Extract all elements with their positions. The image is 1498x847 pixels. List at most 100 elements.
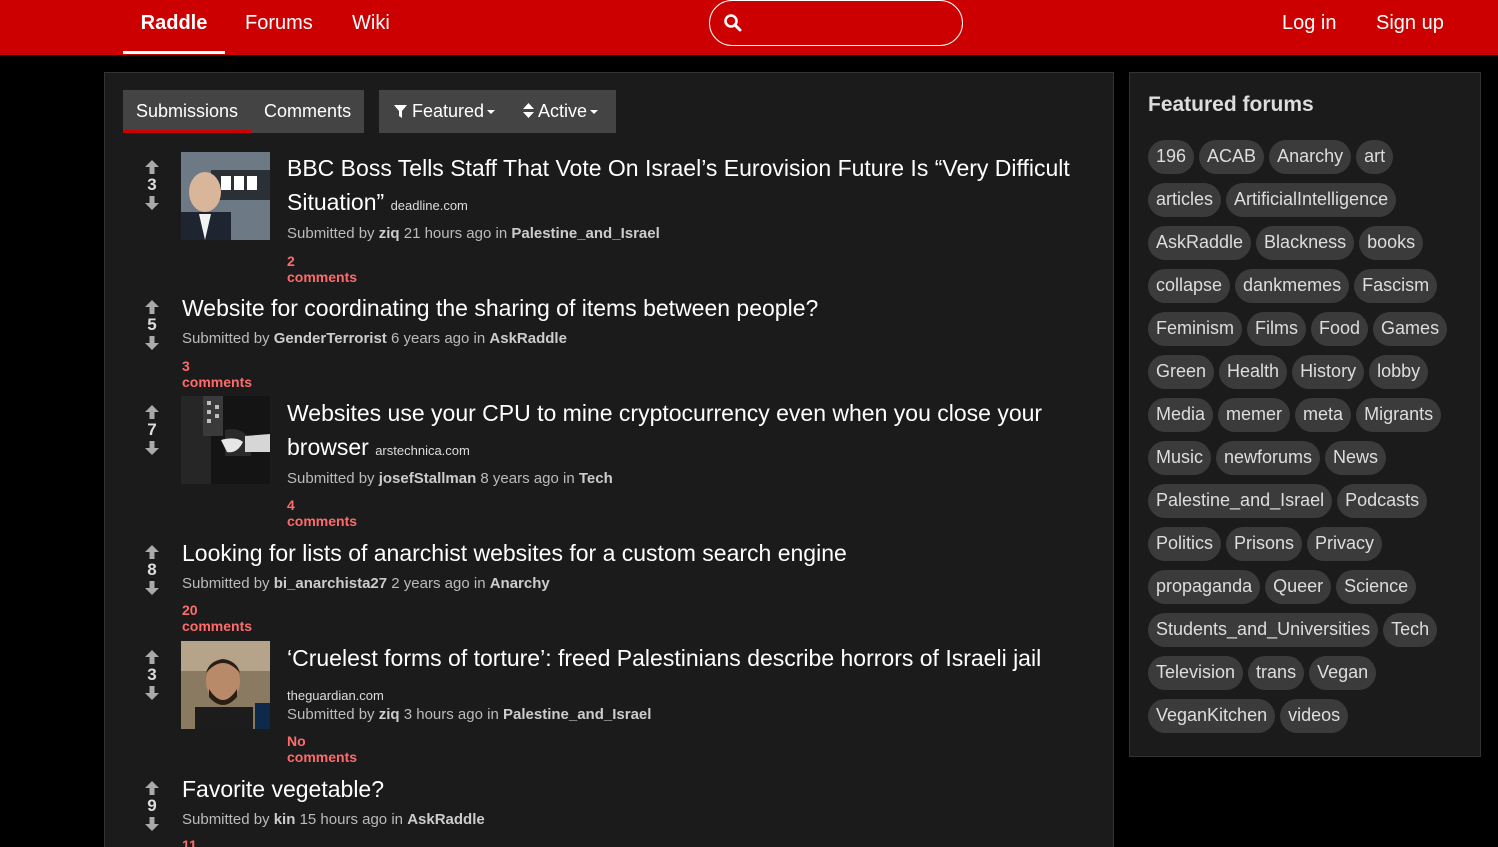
forum-tag[interactable]: Media [1148, 398, 1214, 432]
forum-tag[interactable]: Green [1148, 355, 1215, 389]
forum-tag[interactable]: Palestine_and_Israel [1148, 484, 1333, 518]
forum-tag[interactable]: newforums [1216, 441, 1321, 475]
forum-tag[interactable]: Health [1219, 355, 1288, 389]
forum-tag[interactable]: lobby [1369, 355, 1429, 389]
forum-tag[interactable]: Films [1247, 312, 1307, 346]
forum-tag[interactable]: Queer [1265, 570, 1332, 604]
downvote-arrow-icon[interactable] [144, 335, 160, 351]
brand-link[interactable]: Raddle [123, 0, 225, 54]
author-link[interactable]: josefStallman [379, 470, 477, 487]
downvote-arrow-icon[interactable] [144, 685, 160, 701]
forum-link[interactable]: Palestine_and_Israel [503, 706, 651, 723]
forum-tag[interactable]: Podcasts [1337, 484, 1428, 518]
author-link[interactable]: bi_anarchista27 [274, 575, 387, 592]
forum-tag[interactable]: 196 [1148, 140, 1195, 174]
upvote-arrow-icon[interactable] [144, 159, 160, 175]
forum-tag[interactable]: ACAB [1199, 140, 1265, 174]
submission-title[interactable]: Looking for lists of anarchist websites … [182, 536, 1102, 570]
upvote-arrow-icon[interactable] [144, 404, 160, 420]
upvote-arrow-icon[interactable] [144, 649, 160, 665]
upvote-arrow-icon[interactable] [144, 299, 160, 315]
forum-tag[interactable]: Music [1148, 441, 1212, 475]
featured-filter-dropdown[interactable]: Featured [394, 90, 496, 133]
forum-tag[interactable]: Blackness [1256, 226, 1355, 260]
comments-link[interactable]: No comments [287, 733, 357, 765]
forum-tag[interactable]: Anarchy [1269, 140, 1352, 174]
forum-link[interactable]: Palestine_and_Israel [511, 225, 659, 242]
forum-tag[interactable]: AskRaddle [1148, 226, 1252, 260]
nav-wiki-link[interactable]: Wiki [352, 0, 390, 55]
forum-tag[interactable]: Migrants [1356, 398, 1442, 432]
forum-link[interactable]: Tech [579, 470, 613, 487]
comments-link[interactable]: 11 comments [182, 837, 252, 847]
forum-tag[interactable]: Television [1148, 656, 1244, 690]
active-sort-dropdown[interactable]: Active [523, 90, 599, 133]
comments-link[interactable]: 2 comments [287, 253, 357, 285]
submission-thumbnail[interactable] [181, 396, 270, 484]
forum-tag[interactable]: art [1356, 140, 1394, 174]
forum-tag[interactable]: Politics [1148, 527, 1222, 561]
forum-tag[interactable]: Food [1311, 312, 1369, 346]
forum-tag[interactable]: VeganKitchen [1148, 699, 1276, 733]
comments-link[interactable]: 20 comments [182, 602, 252, 634]
forum-tag[interactable]: Privacy [1307, 527, 1383, 561]
vote-score: 7 [147, 420, 157, 439]
submission-meta: Submitted by GenderTerrorist 6 years ago… [182, 330, 567, 347]
forum-tag[interactable]: propaganda [1148, 570, 1261, 604]
forum-tag[interactable]: Games [1373, 312, 1448, 346]
forum-tag[interactable]: Fascism [1354, 269, 1438, 303]
forum-tag[interactable]: Prisons [1226, 527, 1303, 561]
author-link[interactable]: kin [274, 811, 296, 828]
submission-title[interactable]: Websites use your CPU to mine cryptocurr… [287, 396, 1087, 468]
submission-thumbnail[interactable] [181, 641, 270, 729]
submission-title[interactable]: ‘Cruelest forms of torture’: freed Pales… [287, 641, 1107, 713]
author-link[interactable]: GenderTerrorist [274, 330, 387, 347]
forum-link[interactable]: Anarchy [490, 575, 550, 592]
forum-tag[interactable]: meta [1295, 398, 1352, 432]
forum-tag[interactable]: Students_and_Universities [1148, 613, 1379, 647]
submission-title[interactable]: BBC Boss Tells Staff That Vote On Israel… [287, 151, 1107, 223]
forum-tag[interactable]: dankmemes [1235, 269, 1350, 303]
forum-tag[interactable]: videos [1280, 699, 1349, 733]
downvote-arrow-icon[interactable] [144, 816, 160, 832]
submissions-panel: Submissions Comments Featured Active 3 B… [104, 72, 1114, 847]
author-link[interactable]: ziq [379, 225, 400, 242]
forum-tag[interactable]: News [1325, 441, 1387, 475]
forum-tag[interactable]: memer [1218, 398, 1291, 432]
nav-forums-link[interactable]: Forums [245, 0, 313, 55]
comments-link[interactable]: 3 comments [182, 358, 252, 390]
downvote-arrow-icon[interactable] [144, 440, 160, 456]
tab-submissions[interactable]: Submissions [123, 90, 252, 133]
forum-tag[interactable]: books [1359, 226, 1424, 260]
vote-score: 3 [147, 175, 157, 194]
forum-tag[interactable]: Feminism [1148, 312, 1243, 346]
forum-link[interactable]: AskRaddle [489, 330, 567, 347]
forum-tag[interactable]: Vegan [1309, 656, 1377, 690]
forum-tag[interactable]: ArtificialIntelligence [1226, 183, 1397, 217]
login-link[interactable]: Log in [1282, 0, 1337, 55]
downvote-arrow-icon[interactable] [144, 580, 160, 596]
forum-tag[interactable]: collapse [1148, 269, 1231, 303]
submission-title[interactable]: Favorite vegetable? [182, 772, 1102, 806]
submission-title-text: Looking for lists of anarchist websites … [182, 540, 847, 566]
forum-tag[interactable]: History [1292, 355, 1365, 389]
submission-title[interactable]: Website for coordinating the sharing of … [182, 291, 1102, 325]
search-box[interactable] [709, 0, 963, 46]
forum-tag[interactable]: Science [1336, 570, 1417, 604]
submission-meta: Submitted by ziq 21 hours ago in Palesti… [287, 225, 660, 242]
submission-domain: arstechnica.com [375, 443, 470, 458]
upvote-arrow-icon[interactable] [144, 544, 160, 560]
search-input[interactable] [750, 9, 950, 37]
forum-link[interactable]: AskRaddle [407, 811, 485, 828]
comments-link[interactable]: 4 comments [287, 497, 357, 529]
submission-thumbnail[interactable] [181, 152, 270, 240]
tab-comments[interactable]: Comments [251, 90, 364, 133]
forum-tag[interactable]: articles [1148, 183, 1222, 217]
upvote-arrow-icon[interactable] [144, 780, 160, 796]
author-link[interactable]: ziq [379, 706, 400, 723]
forum-tag[interactable]: Tech [1383, 613, 1438, 647]
signup-link[interactable]: Sign up [1376, 0, 1444, 55]
downvote-arrow-icon[interactable] [144, 195, 160, 211]
forum-tag[interactable]: trans [1248, 656, 1305, 690]
submission-time: 21 hours ago [403, 225, 492, 242]
